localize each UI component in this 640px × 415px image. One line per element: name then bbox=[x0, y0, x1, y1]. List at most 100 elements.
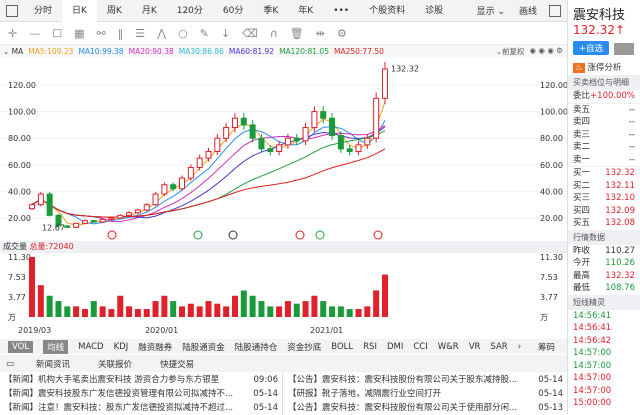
pen-tool-icon[interactable]: ✎ bbox=[200, 27, 209, 40]
news-item[interactable]: 【公告】震安科技：震安科技股份有限公司关于使用部分闲... 05-13 bbox=[284, 401, 567, 415]
indicator-tab[interactable]: 融资融券 bbox=[138, 341, 172, 353]
news-tab[interactable]: 快捷交易 bbox=[160, 358, 194, 370]
max-label: 132.32 bbox=[391, 65, 419, 74]
settings-icon[interactable]: ⚙ bbox=[337, 27, 347, 40]
genie-time[interactable]: 14:56:42 bbox=[568, 335, 640, 348]
volume-label: 成交量 bbox=[3, 242, 27, 251]
indicator-tab[interactable]: SAR bbox=[490, 342, 507, 352]
indicator-tab[interactable]: › bbox=[518, 342, 521, 352]
add-watchlist-button[interactable]: +自选 bbox=[573, 41, 609, 55]
event-marker-icon[interactable] bbox=[373, 230, 383, 240]
tab-3[interactable]: 月K bbox=[132, 0, 167, 22]
genie-time[interactable]: 14:57:00 bbox=[568, 372, 640, 385]
tab-8[interactable]: ••• bbox=[323, 0, 359, 22]
indicator-tab[interactable]: VOL bbox=[8, 340, 34, 353]
event-marker-icon[interactable] bbox=[295, 230, 305, 240]
volume-bar bbox=[214, 303, 221, 317]
genie-time[interactable]: 14:56:41 bbox=[568, 310, 640, 323]
line-tool-icon[interactable]: — bbox=[29, 27, 40, 40]
genie-time[interactable]: 14:57:00 bbox=[568, 360, 640, 373]
more-button[interactable] bbox=[614, 42, 634, 55]
indicator-tabs: VOL 均线 MACD KDJ 融资融券 陆股通资金 陆股通持仓 资金抄底 BOLL RSI DMI… bbox=[0, 339, 567, 354]
news-item[interactable]: 【研报】靴子落地，减隔震行业空间打开 05-14 bbox=[284, 387, 567, 401]
news-tab[interactable]: 新闻资讯 bbox=[36, 358, 70, 370]
indicator-tab[interactable]: 陆股通持仓 bbox=[235, 341, 278, 353]
indicator-tab[interactable]: 资金抄底 bbox=[287, 341, 321, 353]
volume-chart[interactable]: 11.30 11.307.53 7.533.77 3.77万 万2019/03 2020/… bbox=[0, 253, 567, 339]
candle bbox=[205, 151, 212, 159]
y-tick-label: 80.00 bbox=[8, 134, 31, 143]
news-tab[interactable]: 关联报价 bbox=[98, 358, 132, 370]
indicator-tab[interactable]: KDJ bbox=[114, 342, 129, 352]
event-marker-icon[interactable] bbox=[228, 230, 238, 240]
link-tool-icon[interactable]: ⚯ bbox=[97, 27, 106, 40]
channel-tool-icon[interactable]: ☰ bbox=[135, 27, 145, 40]
limit-analysis[interactable]: ♨ 涨停分析 bbox=[568, 59, 640, 75]
indicator-tab[interactable]: BOLL bbox=[331, 342, 353, 352]
eraser-icon[interactable]: ⌫ bbox=[242, 27, 258, 40]
bid-label: 买三 bbox=[573, 193, 591, 203]
y-tick-label-right: 100.00 bbox=[540, 108, 567, 117]
event-marker-icon[interactable] bbox=[107, 230, 117, 240]
tab-0[interactable]: 分时 bbox=[24, 0, 62, 22]
ma-toggle[interactable]: ⌄ MA bbox=[3, 47, 23, 56]
arrow-down-icon[interactable]: ↓ bbox=[221, 27, 230, 40]
tab-9[interactable]: 个股资料 bbox=[359, 0, 415, 22]
adjust-select[interactable]: ⌄前复权 bbox=[496, 46, 525, 57]
indicator-tab[interactable]: 陆股通资金 bbox=[182, 341, 225, 353]
bid-value: 132.08 bbox=[605, 218, 635, 228]
quote-label: 最高 bbox=[573, 270, 591, 281]
news-item[interactable]: 【公告】震安科技：震安科技股份有限公司关于股东减持股... 05-14 bbox=[284, 373, 567, 387]
tab-10[interactable]: 诊股 bbox=[415, 0, 453, 22]
volume-bar bbox=[240, 290, 247, 317]
rect-tool-icon[interactable]: ☐ bbox=[52, 27, 62, 40]
indicator-tab[interactable]: MACD bbox=[78, 342, 103, 352]
bid-ratio: 委比 +100.00% bbox=[568, 90, 640, 103]
genie-time[interactable]: 14:56:41 bbox=[568, 322, 640, 335]
tab-4[interactable]: 120分 bbox=[167, 0, 213, 22]
tab-5[interactable]: 60分 bbox=[213, 0, 253, 22]
genie-time[interactable]: 15:00:00 bbox=[568, 397, 640, 410]
circle-tool-icon[interactable]: ○ bbox=[178, 27, 188, 40]
news-item[interactable]: 【新闻】机构大手笔卖出震安科技 游资合力参与东方银星 09:06 bbox=[0, 373, 282, 387]
event-marker-icon[interactable] bbox=[315, 230, 325, 240]
wave-tool-icon[interactable]: ⋀ bbox=[157, 27, 166, 40]
ask-value: -- bbox=[628, 142, 635, 152]
vertical-lines-icon[interactable]: ‖ bbox=[118, 27, 124, 40]
indicator-tab[interactable]: CCI bbox=[413, 342, 427, 352]
magnet-icon[interactable]: ∩ bbox=[270, 27, 278, 40]
panel-toggle-icon[interactable] bbox=[549, 4, 561, 17]
price-chart[interactable]: 120.00 120.00 100.00 100.00 80.00 80.00 60.00 6… bbox=[0, 58, 567, 240]
y-tick-label: 120.00 bbox=[8, 81, 36, 90]
tab-2[interactable]: 周K bbox=[97, 0, 132, 22]
tab-1[interactable]: 日K bbox=[62, 0, 97, 22]
event-marker-icon[interactable] bbox=[193, 230, 203, 240]
news-item[interactable]: 【新闻】震安科技股东广发信德投资管理有限公司拟减持不... 05-14 bbox=[0, 387, 282, 401]
indicator-tab[interactable]: RSI bbox=[363, 342, 377, 352]
indicator-tab[interactable]: 均线 bbox=[43, 339, 69, 354]
indicator-tab[interactable]: DMI bbox=[387, 342, 403, 352]
volume-bar bbox=[337, 306, 344, 317]
tab-6[interactable]: 季K bbox=[253, 0, 288, 22]
tab-7[interactable]: 年K bbox=[288, 0, 323, 22]
trash-icon[interactable]: 🗑 bbox=[290, 27, 304, 40]
candle bbox=[373, 97, 380, 139]
volume-bar bbox=[249, 295, 256, 317]
chips-button[interactable]: 筹码 bbox=[538, 341, 567, 353]
volume-bar bbox=[364, 306, 371, 317]
crosshair-icon[interactable]: ✛ bbox=[8, 27, 17, 40]
genie-time[interactable]: 14:57:00 bbox=[568, 385, 640, 398]
fib-tool-icon[interactable]: ▦ bbox=[74, 27, 84, 40]
indicator-tab[interactable]: W&R bbox=[438, 342, 459, 352]
news-date: 05-13 bbox=[538, 403, 563, 413]
candle bbox=[117, 214, 124, 219]
sidebar-toggle-icon[interactable] bbox=[6, 4, 18, 17]
news-item[interactable]: 【新闻】注意！震安科技：股东广发信德投资拟减持不超过... 05-14 bbox=[0, 401, 282, 415]
indicator-tab[interactable]: VR bbox=[469, 342, 481, 352]
split-icon[interactable]: ⇹ bbox=[316, 27, 325, 40]
panel-icon[interactable]: ▭ bbox=[6, 359, 14, 369]
genie-time[interactable]: 14:57:00 bbox=[568, 347, 640, 360]
draw-lines-button[interactable]: 画线 bbox=[513, 4, 543, 17]
display-menu[interactable]: 显示 ⌄ bbox=[469, 4, 513, 17]
ma-settings-icon[interactable]: ◉ ◉ ◉ ⚙ bbox=[529, 46, 563, 57]
